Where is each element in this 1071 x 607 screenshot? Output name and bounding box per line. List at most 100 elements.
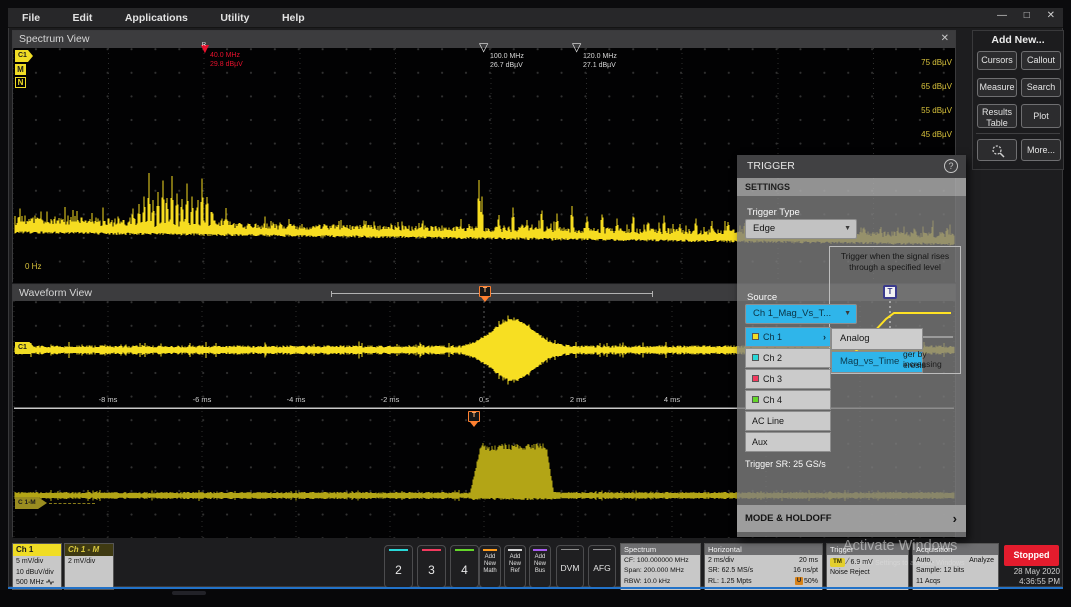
spectrum-ylabel-65: 65 dBµV — [921, 82, 952, 91]
acquisition-count: 11 Acqs — [916, 577, 996, 587]
menu-file[interactable]: File — [8, 9, 54, 27]
marker1-readout: 100.0 MHz26.7 dBµV — [490, 53, 524, 70]
source-menu-ch3[interactable]: Ch 3 — [745, 369, 831, 389]
chevron-down-icon: ▼ — [844, 305, 851, 323]
trigger-type-select[interactable]: Edge▼ — [745, 219, 857, 239]
horizontal-sr: SR: 62.5 MS/s — [708, 566, 753, 576]
acquisition-analyze: Analyze — [969, 556, 996, 566]
add-new-panel: Add New... Cursors Callout Measure Searc… — [972, 30, 1064, 170]
trigger-t-icon: T — [883, 285, 897, 299]
horizontal-rl: RL: 1.25 Mpts — [708, 577, 752, 587]
source-label: Source — [747, 292, 777, 303]
minimize-icon[interactable]: — — [997, 10, 1009, 21]
reference-marker-readout: 40.0 MHz29.8 dBµV — [210, 52, 243, 69]
search-button[interactable]: Search — [1021, 78, 1061, 97]
ch2-color-line — [389, 549, 408, 551]
oscilloscope-screen: File Edit Applications Utility Help — □ … — [0, 0, 1071, 607]
pan-zoom-bar[interactable] — [331, 291, 653, 297]
horizontal-resolution: 16 ns/pt — [793, 566, 820, 576]
time-label: 4:36:55 PM — [1000, 577, 1060, 586]
horizontal-badge[interactable]: Horizontal 2 ms/div20 ms SR: 62.5 MS/s16… — [704, 543, 823, 591]
taskbar — [0, 590, 1071, 607]
source-menu-ch4[interactable]: Ch 4 — [745, 390, 831, 410]
ch1m-badge[interactable]: Ch 1 - M 2 mV/div — [64, 543, 114, 590]
trigger-help-text: Trigger when the signal rises through a … — [830, 247, 960, 272]
pan-trigger-tail-icon — [481, 297, 489, 302]
ch1-badge[interactable]: Ch 1 5 mV/div 10 dBuV/div 500 MHz — [12, 543, 62, 590]
ref-color-line — [508, 549, 522, 551]
results-table-button[interactable]: Results Table — [977, 104, 1017, 128]
ch1-color-icon — [752, 333, 759, 340]
menu-help[interactable]: Help — [268, 9, 319, 27]
cursors-button[interactable]: Cursors — [977, 51, 1017, 70]
magnifier-icon — [991, 144, 1005, 158]
menu-applications[interactable]: Applications — [111, 9, 202, 27]
submenu-arrow-icon: › — [823, 328, 826, 346]
time-label-0: -8 ms — [94, 395, 122, 404]
more-button[interactable]: More... — [1021, 139, 1061, 161]
acquisition-badge[interactable]: Acquisition Auto,Analyze Sample: 12 bits… — [912, 543, 999, 591]
trigger-badge[interactable]: Trigger TM∕6.9 mV Noise Reject — [826, 543, 909, 591]
spectrum-ylabel-55: 55 dBµV — [921, 106, 952, 115]
trigger-dialog: TRIGGER ? SETTINGS Trigger Type Edge▼ Tr… — [737, 155, 966, 537]
marker1-icon[interactable]: ▽ — [479, 41, 488, 53]
pan-trigger-flag[interactable]: T — [479, 286, 491, 297]
sidebar-separator — [976, 133, 1060, 134]
channel4-button[interactable]: 4 — [450, 545, 479, 588]
time-label-5: 2 ms — [564, 395, 592, 404]
trigger-dialog-title[interactable]: TRIGGER — [737, 155, 966, 178]
axis-trigger-tail-icon — [470, 422, 478, 427]
maximize-icon[interactable]: □ — [1024, 10, 1032, 21]
run-stop-button[interactable]: Stopped — [1004, 545, 1059, 566]
source-menu-ch2[interactable]: Ch 2 — [745, 348, 831, 368]
submenu-analog[interactable]: Analog — [831, 328, 923, 350]
help-text-fragment-2: eresis — [903, 360, 926, 370]
horizontal-window: 20 ms — [799, 556, 820, 566]
bus-color-line — [533, 549, 547, 551]
c1m-level-dashes — [49, 503, 95, 504]
ch1-spectrum-scale: 10 dBuV/div — [16, 568, 61, 579]
chevron-right-icon: › — [953, 505, 957, 532]
spectrum-ylabel-45: 45 dBµV — [921, 130, 952, 139]
menu-edit[interactable]: Edit — [59, 9, 107, 27]
spectrum-settings-badge[interactable]: Spectrum CF: 100.000000 MHz Span: 200.00… — [620, 543, 701, 591]
horizontal-position: U50% — [795, 577, 820, 587]
taskbar-hint[interactable] — [172, 591, 206, 595]
spectrum-m-badge[interactable]: M — [15, 64, 26, 75]
dvm-button[interactable]: DVM — [556, 545, 584, 588]
measure-button[interactable]: Measure — [977, 78, 1017, 97]
source-menu-aux[interactable]: Aux — [745, 432, 831, 452]
window-controls: — □ ✕ — [987, 10, 1057, 21]
ch4-color-line — [455, 549, 474, 551]
plot-button[interactable]: Plot — [1021, 104, 1061, 128]
ch1-scale: 5 mV/div — [16, 557, 61, 568]
callout-button[interactable]: Callout — [1021, 51, 1061, 70]
channel2-button[interactable]: 2 — [384, 545, 413, 588]
date-label: 28 May 2020 — [1000, 567, 1060, 576]
menu-utility[interactable]: Utility — [206, 9, 263, 27]
source-menu-acline[interactable]: AC Line — [745, 411, 831, 431]
source-menu-ch1[interactable]: Ch 1› — [745, 327, 831, 347]
reference-marker-id: R — [202, 42, 206, 48]
afg-button[interactable]: AFG — [588, 545, 616, 588]
time-label-6: 4 ms — [658, 395, 686, 404]
trigger-type-label: Trigger Type — [747, 207, 800, 218]
ch3-color-line — [422, 549, 441, 551]
add-new-ref-button[interactable]: Add New Ref — [504, 545, 526, 588]
channel3-button[interactable]: 3 — [417, 545, 446, 588]
close-icon[interactable]: ✕ — [1047, 10, 1057, 21]
spectrum-close-icon[interactable]: ✕ — [941, 33, 949, 44]
ch2-color-icon — [752, 354, 759, 361]
marker2-icon[interactable]: ▽ — [572, 41, 581, 53]
help-icon[interactable]: ? — [944, 159, 958, 173]
add-new-bus-button[interactable]: Add New Bus — [529, 545, 551, 588]
spectrum-n-badge[interactable]: N — [15, 77, 26, 88]
source-select[interactable]: Ch 1_Mag_Vs_T...▼ — [745, 304, 857, 324]
mode-holdoff-section[interactable]: MODE & HOLDOFF› — [737, 505, 966, 532]
zoom-tool-button[interactable] — [977, 139, 1017, 161]
settings-section-header[interactable]: SETTINGS — [737, 178, 966, 196]
axis-trigger-flag[interactable]: T — [468, 411, 480, 422]
acquisition-sample: Sample: 12 bits — [916, 566, 996, 576]
add-new-math-button[interactable]: Add New Math — [479, 545, 501, 588]
menu-bar: File Edit Applications Utility Help — [8, 8, 1063, 28]
